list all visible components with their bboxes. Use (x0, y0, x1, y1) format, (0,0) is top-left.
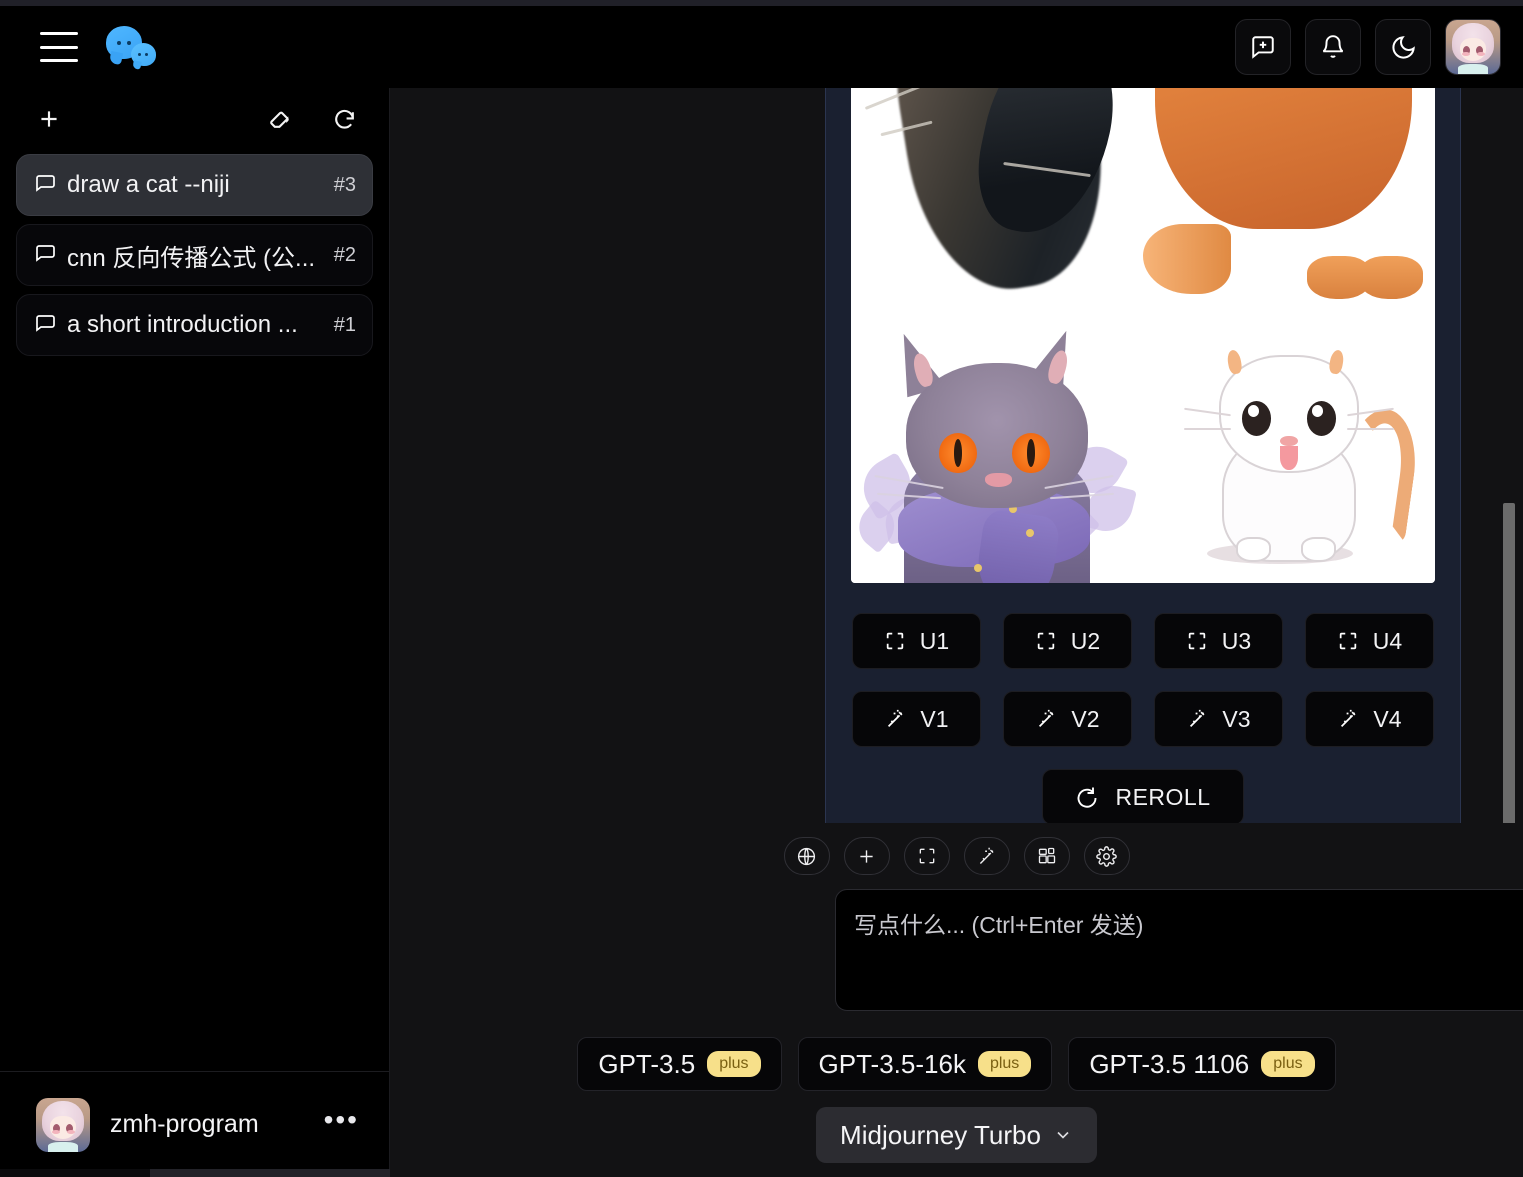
username-label: zmh-program (110, 1110, 259, 1138)
variation-button-row: V1 V2 V3 V4 (852, 691, 1434, 747)
bell-icon[interactable] (1305, 19, 1361, 75)
app-root: draw a cat --niji #3 cnn 反向传播公式 (公... #2 (0, 0, 1523, 1177)
chat-list: draw a cat --niji #3 cnn 反向传播公式 (公... #2 (0, 150, 389, 356)
message-plus-icon[interactable] (1235, 19, 1291, 75)
header-actions (1235, 19, 1501, 75)
chat-list-item-0[interactable]: draw a cat --niji #3 (16, 154, 373, 216)
chat-list-item-1[interactable]: cnn 反向传播公式 (公... #2 (16, 224, 373, 286)
grid-image-2[interactable] (1143, 88, 1435, 315)
model-chip-gpt35-16k[interactable]: GPT-3.5-16k plus (797, 1037, 1053, 1091)
button-label: U4 (1372, 627, 1403, 654)
sidebar-toolbar (0, 88, 389, 150)
plus-badge: plus (1261, 1050, 1315, 1078)
eraser-icon[interactable] (261, 100, 299, 138)
app-header (0, 6, 1523, 88)
model-chip-row: GPT-3.5 plus GPT-3.5-16k plus GPT-3.5 11… (390, 1037, 1523, 1091)
grid-blocks-icon[interactable] (1023, 837, 1070, 875)
model-chip-gpt35[interactable]: GPT-3.5 plus (577, 1037, 782, 1091)
selected-model-label: Midjourney Turbo (840, 1119, 1041, 1150)
plus-icon[interactable] (843, 837, 890, 875)
variation-button-v1[interactable]: V1 (852, 691, 981, 747)
model-chip-gpt35-1106[interactable]: GPT-3.5 1106 plus (1068, 1037, 1336, 1091)
upscale-button-u1[interactable]: U1 (852, 613, 981, 669)
plus-icon[interactable] (30, 100, 68, 138)
grid-image-4[interactable] (1143, 315, 1435, 583)
message-square-icon (33, 243, 63, 267)
scrollbar-thumb[interactable] (1503, 503, 1515, 823)
assistant-message-bubble: U1 U2 U3 U4 V1 V2 V3 V4 REROLL (825, 88, 1461, 823)
button-label: U2 (1070, 627, 1101, 654)
sidebar: draw a cat --niji #3 cnn 反向传播公式 (公... #2 (0, 88, 390, 1177)
main-panel: U1 U2 U3 U4 V1 V2 V3 V4 REROLL 写点什么... (… (390, 88, 1523, 1177)
variation-button-v3[interactable]: V3 (1154, 691, 1283, 747)
message-square-icon (33, 313, 63, 337)
chat-title: draw a cat --niji (67, 171, 230, 198)
button-label: V1 (920, 705, 949, 732)
button-label: V2 (1071, 705, 1100, 732)
chat-count: #2 (333, 243, 356, 266)
upscale-button-u2[interactable]: U2 (1003, 613, 1132, 669)
assistant-message-row: U1 U2 U3 U4 V1 V2 V3 V4 REROLL (825, 88, 1461, 823)
refresh-icon[interactable] (325, 100, 363, 138)
chat-count: #3 (333, 173, 356, 196)
reroll-button[interactable]: REROLL (1042, 769, 1244, 823)
moon-icon[interactable] (1375, 19, 1431, 75)
plus-badge: plus (977, 1050, 1032, 1078)
gear-icon[interactable] (1083, 837, 1130, 875)
message-input-wrapper (835, 889, 1523, 1011)
midjourney-image-grid[interactable] (851, 88, 1435, 583)
selected-model-row: Midjourney Turbo (390, 1107, 1523, 1163)
button-label: V4 (1373, 705, 1402, 732)
user-avatar[interactable] (36, 1097, 90, 1152)
body-wrapper: draw a cat --niji #3 cnn 反向传播公式 (公... #2 (0, 88, 1523, 1177)
grid-image-1[interactable] (851, 88, 1143, 315)
model-selector[interactable]: Midjourney Turbo (816, 1107, 1097, 1163)
sidebar-toolbar-right (261, 100, 363, 138)
variation-button-v4[interactable]: V4 (1305, 691, 1434, 747)
message-square-icon (33, 173, 63, 197)
chat-title: cnn 反向传播公式 (公... (67, 244, 316, 272)
crop-corners-icon[interactable] (903, 837, 950, 875)
button-label: V3 (1222, 705, 1251, 732)
sidebar-footer: zmh-program ••• (0, 1071, 389, 1177)
message-scroll-area[interactable]: U1 U2 U3 U4 V1 V2 V3 V4 REROLL (390, 88, 1523, 823)
hamburger-icon[interactable] (40, 32, 78, 62)
image-action-buttons: U1 U2 U3 U4 V1 V2 V3 V4 REROLL (826, 583, 1460, 823)
upscale-button-u3[interactable]: U3 (1154, 613, 1283, 669)
grid-image-3[interactable] (851, 315, 1143, 583)
model-label: GPT-3.5 1106 (1089, 1048, 1250, 1079)
model-label: GPT-3.5 (598, 1048, 696, 1079)
upscale-button-row: U1 U2 U3 U4 (852, 613, 1434, 669)
upscale-button-u4[interactable]: U4 (1305, 613, 1434, 669)
chevron-down-icon (1057, 1131, 1069, 1139)
magic-wand-icon[interactable] (963, 837, 1010, 875)
user-more-icon[interactable]: ••• (324, 1104, 359, 1146)
button-label: REROLL (1115, 783, 1211, 810)
chat-title: a short introduction ... (67, 311, 298, 338)
avatar[interactable] (1445, 19, 1501, 75)
composer-toolbar (390, 823, 1523, 889)
plus-badge: plus (707, 1050, 761, 1078)
composer: GPT-3.5 plus GPT-3.5-16k plus GPT-3.5 11… (390, 823, 1523, 1177)
chat-count: #1 (333, 313, 356, 336)
message-input[interactable] (836, 890, 1523, 1010)
variation-button-v2[interactable]: V2 (1003, 691, 1132, 747)
model-label: GPT-3.5-16k (818, 1048, 966, 1079)
chat-bubbles-logo[interactable] (106, 24, 162, 70)
reroll-row: REROLL (852, 769, 1434, 823)
scrollbar-track[interactable] (1501, 88, 1515, 823)
button-label: U3 (1221, 627, 1252, 654)
chat-list-item-2[interactable]: a short introduction ... #1 (16, 294, 373, 356)
button-label: U1 (919, 627, 950, 654)
globe-icon[interactable] (783, 837, 830, 875)
